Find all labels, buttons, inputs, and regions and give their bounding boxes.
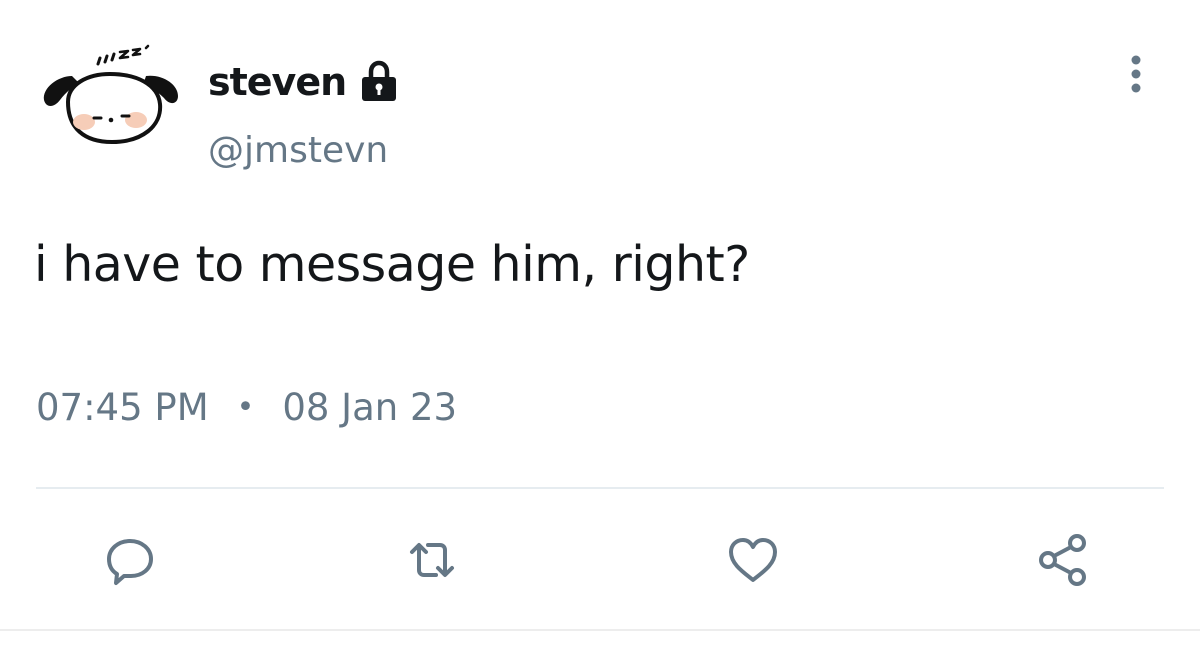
retweet-icon <box>410 543 454 577</box>
retweet-button[interactable] <box>402 530 462 590</box>
tweet-card: steven @jmstevn i have to message him, r… <box>0 0 1200 647</box>
avatar[interactable] <box>38 42 182 150</box>
bottom-divider <box>0 629 1200 631</box>
tweet-date: 08 Jan 23 <box>282 386 458 429</box>
display-name[interactable]: steven <box>208 60 347 104</box>
like-button[interactable] <box>723 530 783 590</box>
divider <box>36 487 1164 489</box>
author-line: steven <box>208 52 402 112</box>
sleeping-dog-icon <box>43 44 178 145</box>
separator-dot: • <box>236 390 255 425</box>
share-icon <box>1039 534 1086 586</box>
user-handle[interactable]: @jmstevn <box>208 130 388 171</box>
tweet-text: i have to message him, right? <box>34 236 750 293</box>
vertical-ellipsis-icon[interactable] <box>1116 50 1156 98</box>
tweet-timestamp: 07:45 PM • 08 Jan 23 <box>36 386 457 429</box>
share-button[interactable] <box>1034 530 1094 590</box>
tweet-time: 07:45 PM <box>36 386 209 429</box>
lock-icon <box>362 60 397 101</box>
speech-bubble-icon <box>107 539 153 585</box>
heart-icon <box>729 538 777 582</box>
reply-button[interactable] <box>100 530 160 590</box>
